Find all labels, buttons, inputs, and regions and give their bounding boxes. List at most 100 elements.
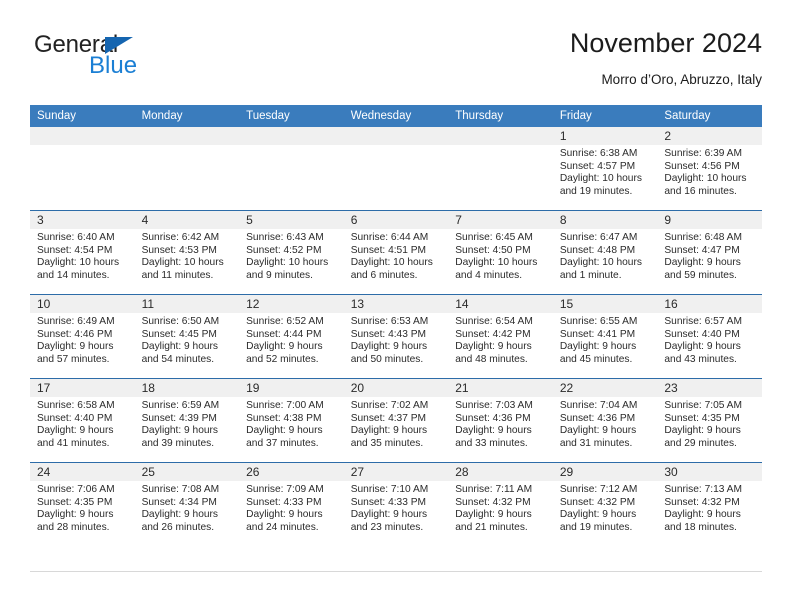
- calendar-day-cell[interactable]: 3 Sunrise: 6:40 AM Sunset: 4:54 PM Daylight…: [30, 210, 135, 295]
- day-info: Sunrise: 6:43 AM Sunset: 4:52 PM Daylight:…: [239, 229, 344, 282]
- calendar-day-cell[interactable]: 12 Sunrise: 6:52 AM Sunset: 4:44 PM Dayligh…: [239, 294, 344, 379]
- day-info: Sunrise: 7:10 AM Sunset: 4:33 PM Daylight:…: [344, 481, 449, 534]
- calendar-day-cell[interactable]: 5 Sunrise: 6:43 AM Sunset: 4:52 PM Daylight…: [239, 210, 344, 295]
- day-number: 11: [134, 295, 240, 313]
- calendar-day-cell[interactable]: 10 Sunrise: 6:49 AM Sunset: 4:46 PM Dayligh…: [30, 294, 135, 379]
- day-info: Sunrise: 7:06 AM Sunset: 4:35 PM Daylight:…: [30, 481, 135, 534]
- daylight-text: Daylight: 10 hours and 11 minutes.: [141, 257, 224, 281]
- calendar-week-row: 24 Sunrise: 7:06 AM Sunset: 4:35 PM Dayligh…: [30, 462, 762, 546]
- sunset-text: Sunset: 4:50 PM: [455, 244, 531, 256]
- calendar-cell-empty: [448, 127, 553, 211]
- calendar-day-cell[interactable]: 27 Sunrise: 7:10 AM Sunset: 4:33 PM Dayligh…: [343, 462, 449, 546]
- daylight-text: Daylight: 9 hours and 52 minutes.: [246, 341, 323, 365]
- calendar-day-cell[interactable]: 19 Sunrise: 7:00 AM Sunset: 4:38 PM Dayligh…: [239, 378, 344, 463]
- daylight-text: Daylight: 10 hours and 6 minutes.: [350, 257, 433, 281]
- day-number: 9: [657, 211, 762, 229]
- sunrise-text: Sunrise: 6:47 AM: [559, 232, 638, 243]
- sunset-text: Sunset: 4:44 PM: [246, 328, 322, 340]
- day-info: Sunrise: 6:54 AM Sunset: 4:42 PM Daylight:…: [448, 313, 553, 366]
- sunset-text: Sunset: 4:40 PM: [37, 412, 113, 424]
- calendar-day-cell[interactable]: 17 Sunrise: 6:58 AM Sunset: 4:40 PM Dayligh…: [30, 378, 135, 463]
- sunrise-text: Sunrise: 7:05 AM: [664, 400, 742, 411]
- calendar-cell-empty: [343, 127, 449, 211]
- sunrise-text: Sunrise: 6:44 AM: [350, 232, 429, 243]
- calendar-day-cell[interactable]: 28 Sunrise: 7:11 AM Sunset: 4:32 PM Dayligh…: [448, 462, 553, 546]
- daylight-text: Daylight: 9 hours and 50 minutes.: [350, 341, 428, 365]
- sunrise-text: Sunrise: 6:59 AM: [141, 400, 220, 411]
- day-number: 13: [343, 295, 449, 313]
- calendar-day-cell[interactable]: 13 Sunrise: 6:53 AM Sunset: 4:43 PM Dayligh…: [343, 294, 449, 379]
- day-number: [239, 127, 344, 145]
- calendar-day-cell[interactable]: 29 Sunrise: 7:12 AM Sunset: 4:32 PM Dayligh…: [552, 462, 658, 546]
- daylight-text: Daylight: 9 hours and 43 minutes.: [664, 341, 741, 365]
- calendar-day-cell[interactable]: 8 Sunrise: 6:47 AM Sunset: 4:48 PM Daylight…: [552, 210, 658, 295]
- daylight-text: Daylight: 9 hours and 41 minutes.: [37, 425, 114, 449]
- day-box: 24 Sunrise: 7:06 AM Sunset: 4:35 PM Dayligh…: [30, 463, 135, 546]
- day-number: 2: [657, 127, 762, 145]
- day-box: 13 Sunrise: 6:53 AM Sunset: 4:43 PM Dayligh…: [343, 295, 449, 378]
- day-number: 5: [239, 211, 344, 229]
- calendar-body: 1 Sunrise: 6:38 AM Sunset: 4:57 PM Daylight…: [30, 127, 762, 546]
- sunset-text: Sunset: 4:35 PM: [664, 412, 740, 424]
- calendar-day-cell[interactable]: 24 Sunrise: 7:06 AM Sunset: 4:35 PM Dayligh…: [30, 462, 135, 546]
- day-number: 15: [552, 295, 658, 313]
- day-box: 21 Sunrise: 7:03 AM Sunset: 4:36 PM Dayligh…: [448, 379, 553, 462]
- calendar-cell-empty: [134, 127, 240, 211]
- calendar-day-cell[interactable]: 20 Sunrise: 7:02 AM Sunset: 4:37 PM Dayligh…: [343, 378, 449, 463]
- calendar-day-cell[interactable]: 7 Sunrise: 6:45 AM Sunset: 4:50 PM Daylight…: [448, 210, 553, 295]
- calendar-day-cell[interactable]: 21 Sunrise: 7:03 AM Sunset: 4:36 PM Dayligh…: [448, 378, 553, 463]
- daylight-text: Daylight: 9 hours and 37 minutes.: [246, 425, 323, 449]
- calendar-day-cell[interactable]: 22 Sunrise: 7:04 AM Sunset: 4:36 PM Dayligh…: [552, 378, 658, 463]
- sunset-text: Sunset: 4:34 PM: [141, 496, 217, 508]
- day-number: 6: [343, 211, 449, 229]
- daylight-text: Daylight: 9 hours and 18 minutes.: [664, 509, 741, 533]
- calendar-day-cell[interactable]: 2 Sunrise: 6:39 AM Sunset: 4:56 PM Daylight…: [657, 127, 762, 211]
- calendar-week-row: 1 Sunrise: 6:38 AM Sunset: 4:57 PM Daylight…: [30, 127, 762, 211]
- sunrise-text: Sunrise: 6:50 AM: [141, 316, 220, 327]
- day-info: Sunrise: 6:59 AM Sunset: 4:39 PM Daylight:…: [135, 397, 240, 450]
- sunset-text: Sunset: 4:33 PM: [246, 496, 322, 508]
- sunrise-text: Sunrise: 6:57 AM: [664, 316, 742, 327]
- day-box: 16 Sunrise: 6:57 AM Sunset: 4:40 PM Dayligh…: [657, 295, 762, 378]
- sunrise-text: Sunrise: 7:13 AM: [664, 484, 742, 495]
- sunset-text: Sunset: 4:40 PM: [664, 328, 740, 340]
- sunset-text: Sunset: 4:53 PM: [141, 244, 217, 256]
- title-block: November 2024 Morro d’Oro, Abruzzo, Ital…: [570, 26, 762, 90]
- calendar-day-cell[interactable]: 25 Sunrise: 7:08 AM Sunset: 4:34 PM Dayligh…: [134, 462, 240, 546]
- calendar-day-cell[interactable]: 14 Sunrise: 6:54 AM Sunset: 4:42 PM Dayligh…: [448, 294, 553, 379]
- daylight-text: Daylight: 9 hours and 24 minutes.: [246, 509, 323, 533]
- day-box: 14 Sunrise: 6:54 AM Sunset: 4:42 PM Dayligh…: [448, 295, 553, 378]
- calendar-day-cell[interactable]: 11 Sunrise: 6:50 AM Sunset: 4:45 PM Dayligh…: [134, 294, 240, 379]
- calendar-day-cell[interactable]: 4 Sunrise: 6:42 AM Sunset: 4:53 PM Daylight…: [134, 210, 240, 295]
- day-info: Sunrise: 6:57 AM Sunset: 4:40 PM Daylight:…: [657, 313, 762, 366]
- sunset-text: Sunset: 4:42 PM: [455, 328, 531, 340]
- calendar-day-cell[interactable]: 15 Sunrise: 6:55 AM Sunset: 4:41 PM Dayligh…: [552, 294, 658, 379]
- day-info: Sunrise: 7:00 AM Sunset: 4:38 PM Daylight:…: [239, 397, 344, 450]
- calendar-day-cell[interactable]: 26 Sunrise: 7:09 AM Sunset: 4:33 PM Dayligh…: [239, 462, 344, 546]
- weekday-header-monday: Monday: [134, 105, 240, 127]
- sunrise-text: Sunrise: 6:53 AM: [350, 316, 429, 327]
- day-box: 9 Sunrise: 6:48 AM Sunset: 4:47 PM Daylight…: [657, 211, 762, 294]
- sunset-text: Sunset: 4:32 PM: [664, 496, 740, 508]
- calendar-day-cell[interactable]: 18 Sunrise: 6:59 AM Sunset: 4:39 PM Dayligh…: [134, 378, 240, 463]
- weekday-header-tuesday: Tuesday: [239, 105, 344, 127]
- day-number: 7: [448, 211, 553, 229]
- daylight-text: Daylight: 10 hours and 4 minutes.: [455, 257, 538, 281]
- day-box: 12 Sunrise: 6:52 AM Sunset: 4:44 PM Dayligh…: [239, 295, 344, 378]
- calendar-day-cell[interactable]: 1 Sunrise: 6:38 AM Sunset: 4:57 PM Daylight…: [552, 127, 658, 211]
- daylight-text: Daylight: 9 hours and 57 minutes.: [37, 341, 114, 365]
- sunrise-text: Sunrise: 7:09 AM: [246, 484, 324, 495]
- brand-logo[interactable]: General Blue: [34, 32, 214, 88]
- daylight-text: Daylight: 10 hours and 14 minutes.: [37, 257, 120, 281]
- day-number: 28: [448, 463, 553, 481]
- calendar-day-cell[interactable]: 23 Sunrise: 7:05 AM Sunset: 4:35 PM Dayligh…: [657, 378, 762, 463]
- calendar-day-cell[interactable]: 6 Sunrise: 6:44 AM Sunset: 4:51 PM Daylight…: [343, 210, 449, 295]
- day-box: [239, 127, 344, 210]
- day-number: [343, 127, 449, 145]
- day-number: 18: [134, 379, 240, 397]
- calendar-day-cell[interactable]: 9 Sunrise: 6:48 AM Sunset: 4:47 PM Daylight…: [657, 210, 762, 295]
- calendar-day-cell[interactable]: 30 Sunrise: 7:13 AM Sunset: 4:32 PM Dayligh…: [657, 462, 762, 546]
- day-info: Sunrise: 6:38 AM Sunset: 4:57 PM Daylight:…: [553, 145, 658, 198]
- calendar-day-cell[interactable]: 16 Sunrise: 6:57 AM Sunset: 4:40 PM Dayligh…: [657, 294, 762, 379]
- calendar-header-row: Sunday Monday Tuesday Wednesday Thursday Frid…: [30, 105, 762, 127]
